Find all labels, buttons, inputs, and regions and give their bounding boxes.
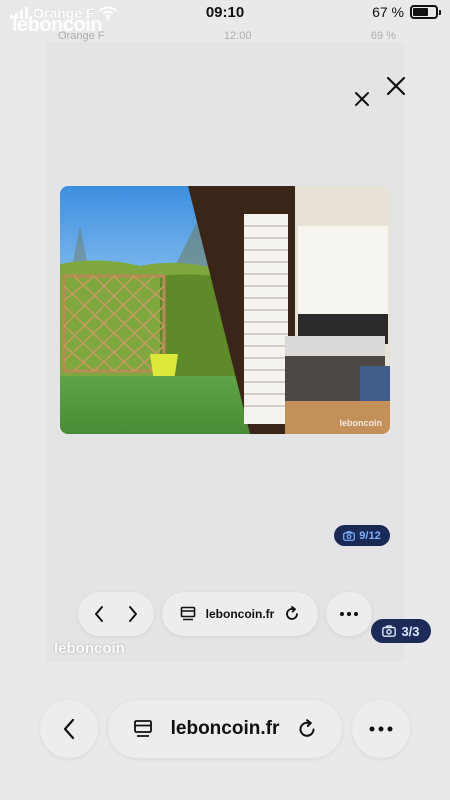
close-icon [386,76,406,96]
camera-icon [343,530,356,541]
more-icon [340,612,358,616]
address-bar[interactable]: leboncoin.fr [108,700,342,758]
inner-nav-buttons [78,592,154,636]
panel-watermark: leboncoin [54,640,125,657]
inner-address-bar[interactable]: leboncoin.fr [162,592,318,636]
more-button[interactable] [352,700,410,758]
inner-url-text: leboncoin.fr [205,607,275,621]
garden-kitchen-image [60,186,390,434]
listing-photo[interactable]: leboncoin [60,186,390,434]
photo-counter: 3/3 [371,619,431,643]
back-button[interactable] [40,700,98,758]
tabs-icon[interactable] [180,606,196,622]
inner-carrier: Orange F [58,30,105,42]
inner-photo-counter: 9/12 [334,525,390,546]
tabs-icon[interactable] [133,719,153,739]
inner-more-button[interactable] [326,592,372,636]
photo-watermark: leboncoin [339,418,383,428]
reload-icon[interactable] [284,606,300,622]
photo-counter-text: 3/3 [401,623,420,639]
close-icon [355,92,369,106]
inner-battery: 69 % [370,30,396,42]
battery-percent: 67 % [372,4,404,20]
chevron-left-icon [62,718,76,740]
reload-icon[interactable] [297,719,317,739]
more-icon [369,726,393,732]
close-button[interactable] [384,74,408,98]
inner-time: 12:00 [223,30,252,42]
url-text: leboncoin.fr [170,718,280,739]
camera-icon [382,625,397,637]
inner-photo-counter-text: 9/12 [359,529,381,542]
status-bar-right: 67 % [372,4,441,20]
battery-icon [410,5,441,19]
inner-ghost-status-bar: Orange F 12:00 69 % [52,30,402,44]
chevron-right-icon[interactable] [127,605,139,623]
chevron-left-icon[interactable] [93,605,105,623]
inner-close-button[interactable] [352,89,372,109]
